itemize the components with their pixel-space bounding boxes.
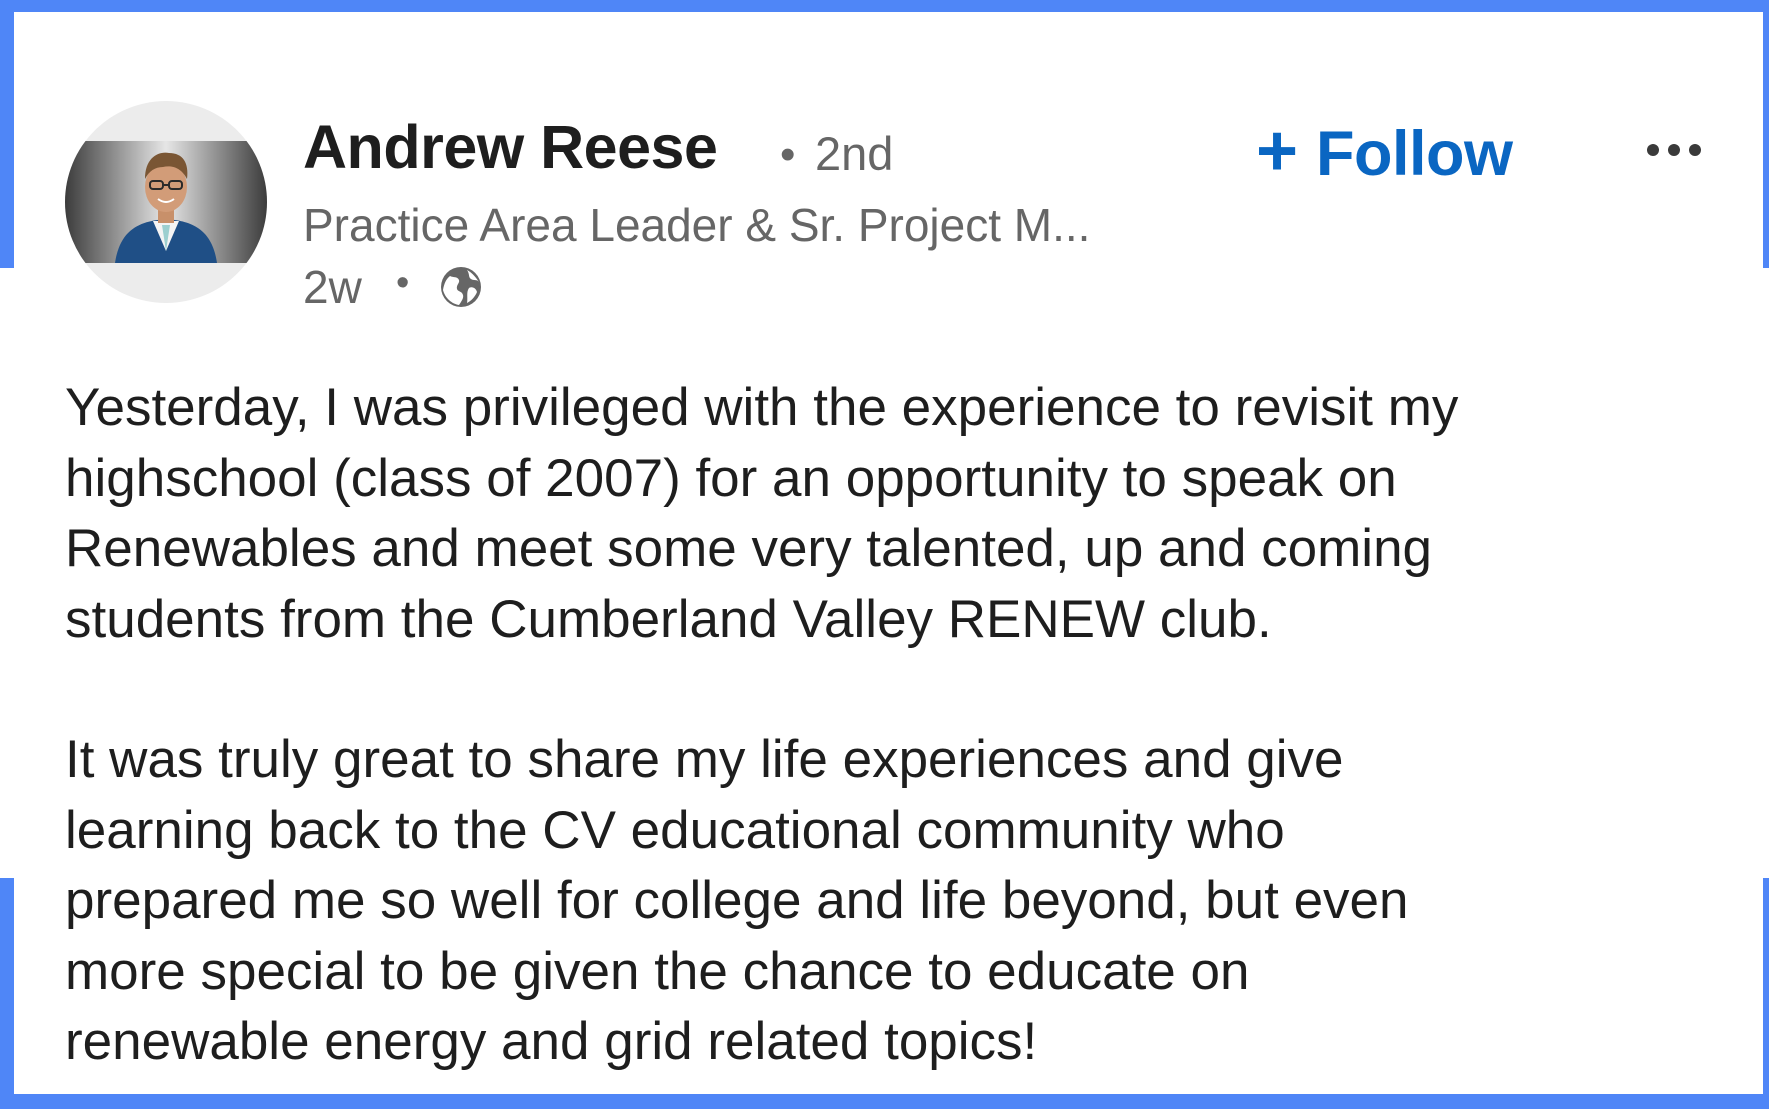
author-name[interactable]: Andrew Reese xyxy=(303,112,718,182)
post-body: Yesterday, I was privileged with the exp… xyxy=(65,373,1755,1078)
frame-right-border-lower xyxy=(1763,878,1769,1109)
frame-bottom-border xyxy=(0,1094,1769,1109)
author-avatar[interactable] xyxy=(65,101,267,303)
timestamp-separator: • xyxy=(396,262,410,304)
post-paragraph-2: It was truly great to share my life expe… xyxy=(65,730,1409,1071)
plus-icon: + xyxy=(1256,111,1299,191)
post-timestamp: 2w xyxy=(303,261,362,313)
frame-left-border-upper xyxy=(0,0,14,268)
author-headline: Practice Area Leader & Sr. Project M... xyxy=(303,199,1091,251)
post-card: Andrew Reese • 2nd Practice Area Leader … xyxy=(14,12,1763,1094)
post-paragraph-1: Yesterday, I was privileged with the exp… xyxy=(65,378,1459,649)
follow-button[interactable]: + Follow xyxy=(1256,114,1513,194)
follow-label: Follow xyxy=(1316,119,1513,189)
profile-photo-icon xyxy=(65,141,267,263)
degree-separator: • xyxy=(780,130,796,179)
frame-top-border xyxy=(0,0,1769,12)
frame-left-border-lower xyxy=(0,878,14,1109)
frame-right-border-upper xyxy=(1763,0,1769,268)
more-options-icon[interactable] xyxy=(1639,130,1709,170)
connection-degree: 2nd xyxy=(815,127,894,180)
globe-icon xyxy=(441,267,481,307)
